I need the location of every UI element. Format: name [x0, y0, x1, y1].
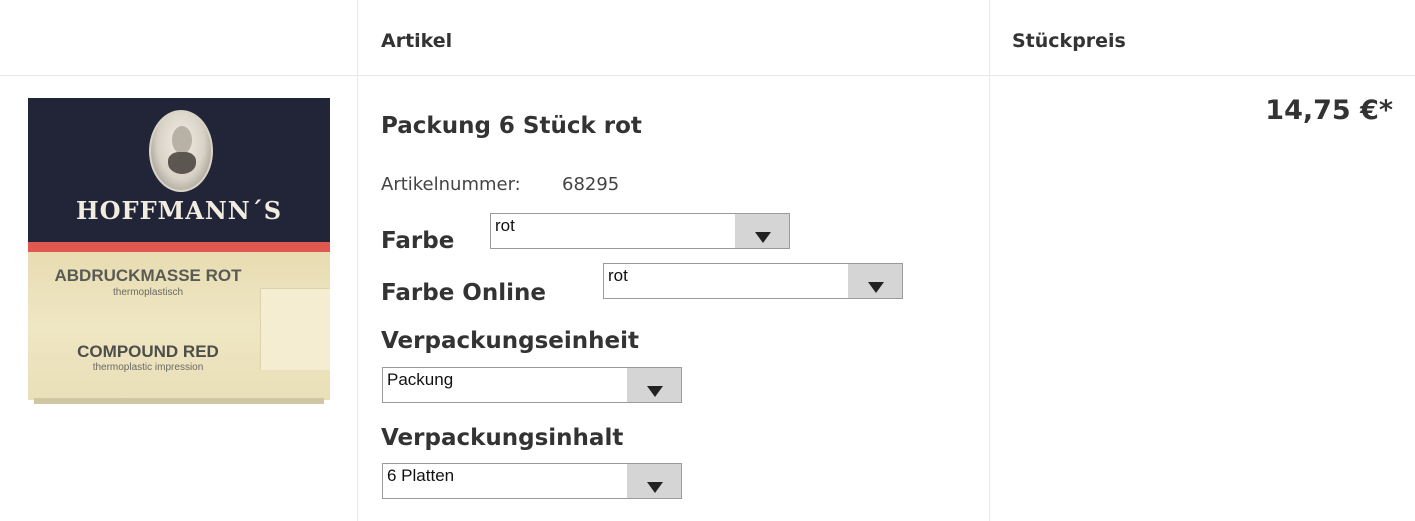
- select-farbe[interactable]: rot: [490, 213, 790, 249]
- product-image[interactable]: HOFFMANN´S ABDRUCKMASSE ROT thermoplasti…: [28, 98, 330, 404]
- option-label-verpackungseinheit: Verpackungseinheit: [381, 328, 640, 354]
- article-number-value: 68295: [562, 174, 620, 195]
- box-label-line3: COMPOUND RED: [77, 342, 219, 361]
- header-divider: [0, 75, 1415, 76]
- dropdown-arrow-icon[interactable]: [627, 464, 681, 498]
- column-header-stueckpreis: Stückpreis: [1012, 30, 1126, 52]
- select-verpackungseinheit[interactable]: Packung: [382, 367, 682, 403]
- box-label-line2: thermoplastisch: [112, 287, 184, 298]
- box-label-line1: ABDRUCKMASSE ROT: [54, 266, 242, 285]
- select-value: Packung: [387, 370, 454, 389]
- unit-price: 14,75 €*: [1265, 95, 1393, 126]
- box-stripe: [28, 242, 330, 252]
- column-header-artikel: Artikel: [381, 30, 453, 52]
- option-label-farbe-online: Farbe Online: [381, 280, 546, 306]
- box-sticker: [260, 288, 330, 370]
- option-label-farbe: Farbe: [381, 228, 455, 254]
- select-verpackungsinhalt[interactable]: 6 Platten: [382, 463, 682, 499]
- brand-logo-text: HOFFMANN´S: [75, 196, 283, 225]
- dropdown-arrow-icon[interactable]: [735, 214, 789, 248]
- select-value: 6 Platten: [387, 466, 455, 485]
- article-number-label: Artikelnummer:: [381, 174, 521, 195]
- portrait-logo: [149, 110, 213, 192]
- select-value: rot: [608, 266, 628, 285]
- box-edge: [34, 398, 324, 404]
- dropdown-arrow-icon[interactable]: [848, 264, 902, 298]
- column-divider: [989, 0, 990, 521]
- select-value: rot: [495, 216, 515, 235]
- box-label-line4: thermoplastic impression: [92, 362, 204, 373]
- dropdown-arrow-icon[interactable]: [627, 368, 681, 402]
- column-divider: [357, 0, 358, 521]
- select-farbe-online[interactable]: rot: [603, 263, 903, 299]
- option-label-verpackungsinhalt: Verpackungsinhalt: [381, 425, 624, 451]
- product-title: Packung 6 Stück rot: [381, 113, 642, 139]
